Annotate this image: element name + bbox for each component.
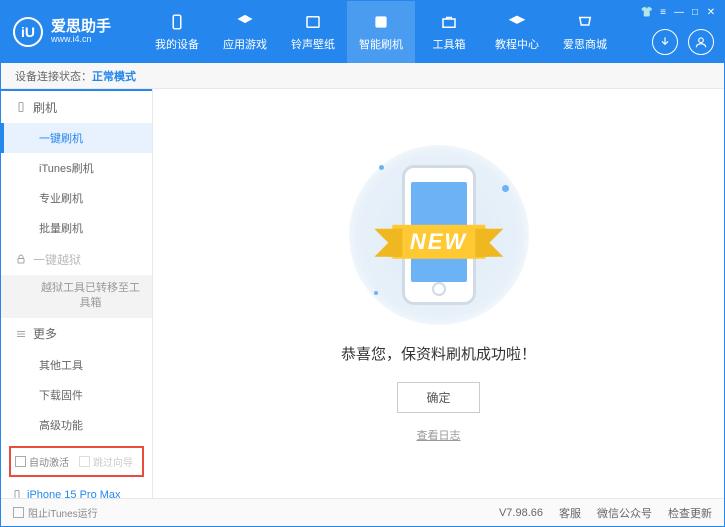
download-button[interactable] [652, 29, 678, 55]
device-name[interactable]: iPhone 15 Pro Max [11, 489, 142, 498]
checkbox-skip-guide: 跳过向导 [79, 454, 133, 469]
checkbox-auto-activate[interactable]: 自动激活 [15, 454, 69, 469]
sidebar-item-advanced[interactable]: 高级功能 [1, 410, 152, 440]
phone-icon [167, 12, 187, 32]
app-name: 爱思助手 [51, 19, 111, 36]
footer: 阻止iTunes运行 V7.98.66 客服 微信公众号 检查更新 [1, 498, 724, 526]
sidebar-jailbreak-note: 越狱工具已转移至工具箱 [1, 275, 152, 318]
sidebar-section-more[interactable]: 更多 [1, 318, 152, 350]
tab-my-device[interactable]: 我的设备 [143, 1, 211, 63]
minimize-icon[interactable]: — [672, 5, 686, 19]
top-tabs: 我的设备 应用游戏 铃声壁纸 智能刷机 工具箱 教程中心 [143, 1, 619, 63]
sidebar-item-download-firmware[interactable]: 下载固件 [1, 380, 152, 410]
logo-icon: iU [13, 17, 43, 47]
graduation-icon [507, 12, 527, 32]
lock-icon [15, 253, 27, 265]
status-label: 设备连接状态： [15, 68, 92, 84]
tab-tutorial[interactable]: 教程中心 [483, 1, 551, 63]
app-icon [235, 12, 255, 32]
sidebar-item-other-tools[interactable]: 其他工具 [1, 350, 152, 380]
status-bar: 设备连接状态： 正常模式 [1, 63, 724, 89]
sidebar-item-pro-flash[interactable]: 专业刷机 [1, 183, 152, 213]
tab-toolbox[interactable]: 工具箱 [415, 1, 483, 63]
flash-icon [371, 12, 391, 32]
tab-ringtone-wallpaper[interactable]: 铃声壁纸 [279, 1, 347, 63]
view-log-link[interactable]: 查看日志 [417, 427, 461, 443]
success-message: 恭喜您，保资料刷机成功啦！ [341, 343, 536, 364]
phone-icon [15, 101, 27, 113]
cart-icon [575, 12, 595, 32]
version-label: V7.98.66 [499, 507, 543, 519]
sidebar-item-onekey-flash[interactable]: 一键刷机 [1, 123, 152, 153]
skin-icon[interactable]: 👕 [640, 5, 654, 19]
sidebar-section-flash[interactable]: 刷机 [1, 91, 152, 123]
sidebar-item-itunes-flash[interactable]: iTunes刷机 [1, 153, 152, 183]
device-info: iPhone 15 Pro Max 512GB iPhone [1, 483, 152, 498]
app-url: www.i4.cn [51, 35, 111, 45]
header: iU 爱思助手 www.i4.cn 我的设备 应用游戏 铃声壁纸 智能刷机 [1, 1, 724, 63]
phone-icon [11, 489, 23, 498]
menu-icon[interactable]: ≡ [656, 5, 670, 19]
status-value: 正常模式 [92, 68, 136, 84]
sidebar-item-batch-flash[interactable]: 批量刷机 [1, 213, 152, 243]
sidebar: 刷机 一键刷机 iTunes刷机 专业刷机 批量刷机 一键越狱 越狱工具已转移至… [1, 89, 153, 498]
tab-apps-games[interactable]: 应用游戏 [211, 1, 279, 63]
footer-link-wechat[interactable]: 微信公众号 [597, 505, 652, 521]
user-button[interactable] [688, 29, 714, 55]
menu-icon [15, 328, 27, 340]
maximize-icon[interactable]: □ [688, 5, 702, 19]
window-controls: 👕 ≡ — □ ✕ [640, 5, 718, 19]
success-illustration: NEW [349, 145, 529, 325]
main-content: NEW 恭喜您，保资料刷机成功啦！ 确定 查看日志 [153, 89, 724, 498]
picture-icon [303, 12, 323, 32]
ok-button[interactable]: 确定 [397, 382, 479, 413]
toolbox-icon [439, 12, 459, 32]
close-icon[interactable]: ✕ [704, 5, 718, 19]
tab-smart-flash[interactable]: 智能刷机 [347, 1, 415, 63]
logo: iU 爱思助手 www.i4.cn [13, 17, 143, 47]
sidebar-section-jailbreak: 一键越狱 [1, 243, 152, 275]
footer-link-support[interactable]: 客服 [559, 505, 581, 521]
highlighted-options: 自动激活 跳过向导 [9, 446, 144, 477]
checkbox-block-itunes[interactable]: 阻止iTunes运行 [13, 505, 98, 520]
tab-store[interactable]: 爱思商城 [551, 1, 619, 63]
new-ribbon: NEW [392, 224, 485, 258]
footer-link-update[interactable]: 检查更新 [668, 505, 712, 521]
